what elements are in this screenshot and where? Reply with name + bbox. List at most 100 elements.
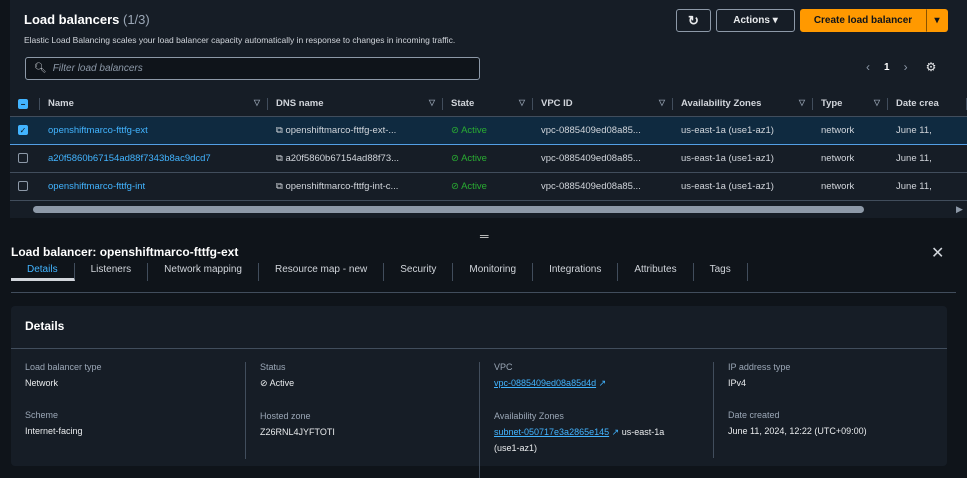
select-all-checkbox[interactable]: −: [18, 98, 28, 109]
tab-details[interactable]: Details: [11, 263, 75, 281]
tab-tags[interactable]: Tags: [694, 263, 748, 281]
date-cell: June 11,: [888, 144, 967, 173]
dns-cell: ⧉ openshiftmarco-fttfg-ext-...: [268, 115, 443, 145]
lb-name-link[interactable]: a20f5860b67154ad88f7343b8ac9dcd7: [48, 153, 211, 164]
caret-down-icon: ▾: [934, 15, 940, 26]
table-row[interactable]: ✓ openshiftmarco-fttfg-ext ⧉ openshiftma…: [10, 115, 967, 145]
lb-name-link[interactable]: openshiftmarco-fttfg-ext: [48, 125, 148, 136]
column-header-vpc[interactable]: VPC ID ▽: [533, 92, 673, 117]
copy-icon[interactable]: ⧉: [276, 181, 283, 192]
table-row[interactable]: a20f5860b67154ad88f7343b8ac9dcd7 ⧉ a20f5…: [10, 144, 967, 173]
date-cell: June 11,: [888, 172, 967, 201]
actions-button[interactable]: Actions ▾: [716, 9, 795, 32]
tab-listeners[interactable]: Listeners: [75, 263, 149, 281]
filter-input[interactable]: [52, 63, 453, 74]
lb-name-link[interactable]: openshiftmarco-fttfg-int: [48, 181, 145, 192]
copy-icon[interactable]: ⧉: [276, 125, 283, 136]
divider: [11, 348, 947, 349]
table-row[interactable]: openshiftmarco-fttfg-int ⧉ openshiftmarc…: [10, 172, 967, 201]
load-balancers-table: − Name ▽ DNS name ▽ State ▽ VPC ID ▽ Availab…: [10, 92, 967, 201]
page-number[interactable]: 1: [884, 62, 890, 73]
check-circle-icon: ⊘: [260, 378, 268, 388]
details-col-2: Status ⊘ Active Hosted zone Z26RNL4JYFTO…: [245, 362, 465, 459]
state-cell: ⊘ Active: [443, 144, 533, 173]
state-cell: ⊘ Active: [443, 172, 533, 201]
vpc-cell: vpc-0885409ed08a85...: [533, 172, 673, 201]
resize-handle[interactable]: ═: [480, 229, 489, 243]
dns-cell: ⧉ openshiftmarco-fttfg-int-c...: [268, 172, 443, 201]
dns-cell: ⧉ a20f5860b67154ad88f73...: [268, 144, 443, 173]
az-cell: us-east-1a (use1-az1): [673, 144, 813, 173]
column-header-type[interactable]: Type ▽: [813, 92, 888, 117]
tab-integrations[interactable]: Integrations: [533, 263, 619, 281]
actions-label: Actions: [733, 15, 770, 26]
create-load-balancer-button[interactable]: Create load balancer: [800, 9, 926, 32]
select-all-header: −: [10, 92, 40, 117]
column-header-name[interactable]: Name ▽: [40, 92, 268, 117]
column-header-state[interactable]: State ▽: [443, 92, 533, 117]
row-select: ✓: [10, 115, 40, 145]
az-value: us-east-1a: [621, 427, 665, 437]
pagination: ‹ 1 › ⚙: [866, 60, 936, 74]
date-created-value: June 11, 2024, 12:22 (UTC+09:00): [728, 426, 867, 436]
check-circle-icon: ⊘: [451, 124, 459, 136]
scroll-right-icon[interactable]: ▶: [956, 204, 963, 215]
row-checkbox[interactable]: [18, 152, 28, 163]
search-icon: 🔍︎: [34, 63, 47, 74]
date-cell: June 11,: [888, 115, 967, 145]
lb-type-value: Network: [25, 378, 59, 388]
next-page-icon[interactable]: ›: [904, 60, 908, 74]
column-header-date[interactable]: Date crea: [888, 92, 967, 117]
details-col-4: IP address type IPv4 Date created June 1…: [713, 362, 933, 458]
vpc-cell: vpc-0885409ed08a85...: [533, 115, 673, 145]
ip-type-value: IPv4: [728, 378, 747, 388]
settings-gear-icon[interactable]: ⚙: [926, 60, 937, 74]
tab-resource-map-new[interactable]: Resource map - new: [259, 263, 385, 281]
az-id-value: (use1-az1): [494, 443, 538, 453]
az-cell: us-east-1a (use1-az1): [673, 115, 813, 145]
subnet-link[interactable]: subnet-050717e3a2865e145: [494, 427, 609, 437]
column-header-dns[interactable]: DNS name ▽: [268, 92, 443, 117]
horizontal-scrollbar[interactable]: [33, 206, 864, 213]
tab-network-mapping[interactable]: Network mapping: [148, 263, 259, 281]
row-checkbox[interactable]: ✓: [18, 124, 28, 135]
hosted-zone-value: Z26RNL4JYFTOTI: [260, 427, 335, 437]
az-cell: us-east-1a (use1-az1): [673, 172, 813, 201]
refresh-button[interactable]: ↻: [676, 9, 711, 32]
check-circle-icon: ⊘: [451, 152, 459, 164]
detail-title: Load balancer: openshiftmarco-fttfg-ext: [11, 245, 239, 259]
tab-monitoring[interactable]: Monitoring: [453, 263, 534, 281]
details-heading: Details: [25, 319, 65, 333]
column-header-az[interactable]: Availability Zones ▽: [673, 92, 813, 117]
scheme-label: Scheme: [25, 410, 59, 420]
create-dropdown-button[interactable]: ▾: [926, 9, 948, 32]
vpc-label: VPC: [494, 362, 513, 372]
details-card: Details Load balancer type Network Schem…: [11, 306, 947, 478]
details-col-1: Load balancer type Network Scheme Intern…: [11, 362, 231, 458]
row-select: [10, 172, 40, 201]
status-label: Status: [260, 362, 286, 372]
type-cell: network: [813, 115, 888, 145]
external-link-icon: ↗: [598, 378, 607, 388]
tab-security[interactable]: Security: [384, 263, 454, 281]
state-cell: ⊘ Active: [443, 115, 533, 145]
refresh-icon: ↻: [688, 12, 699, 28]
prev-page-icon[interactable]: ‹: [866, 60, 870, 74]
detail-tabs: Details Listeners Network mapping Resource …: [11, 263, 956, 293]
az-label: Availability Zones: [494, 411, 564, 421]
page-description: Elastic Load Balancing scales your load …: [24, 35, 456, 45]
lb-type-label: Load balancer type: [25, 362, 102, 372]
filter-box[interactable]: 🔍︎: [25, 57, 480, 80]
row-select: [10, 144, 40, 173]
type-cell: network: [813, 172, 888, 201]
scheme-value: Internet-facing: [25, 426, 83, 436]
tab-attributes[interactable]: Attributes: [618, 263, 694, 281]
row-checkbox[interactable]: [18, 180, 28, 191]
status-value: ⊘ Active: [260, 378, 295, 388]
vpc-link[interactable]: vpc-0885409ed08a85d4d: [494, 378, 596, 388]
check-circle-icon: ⊘: [451, 180, 459, 192]
close-icon[interactable]: ✕: [931, 243, 944, 263]
copy-icon[interactable]: ⧉: [276, 153, 283, 164]
hosted-zone-label: Hosted zone: [260, 411, 311, 421]
external-link-icon: ↗: [611, 427, 620, 437]
